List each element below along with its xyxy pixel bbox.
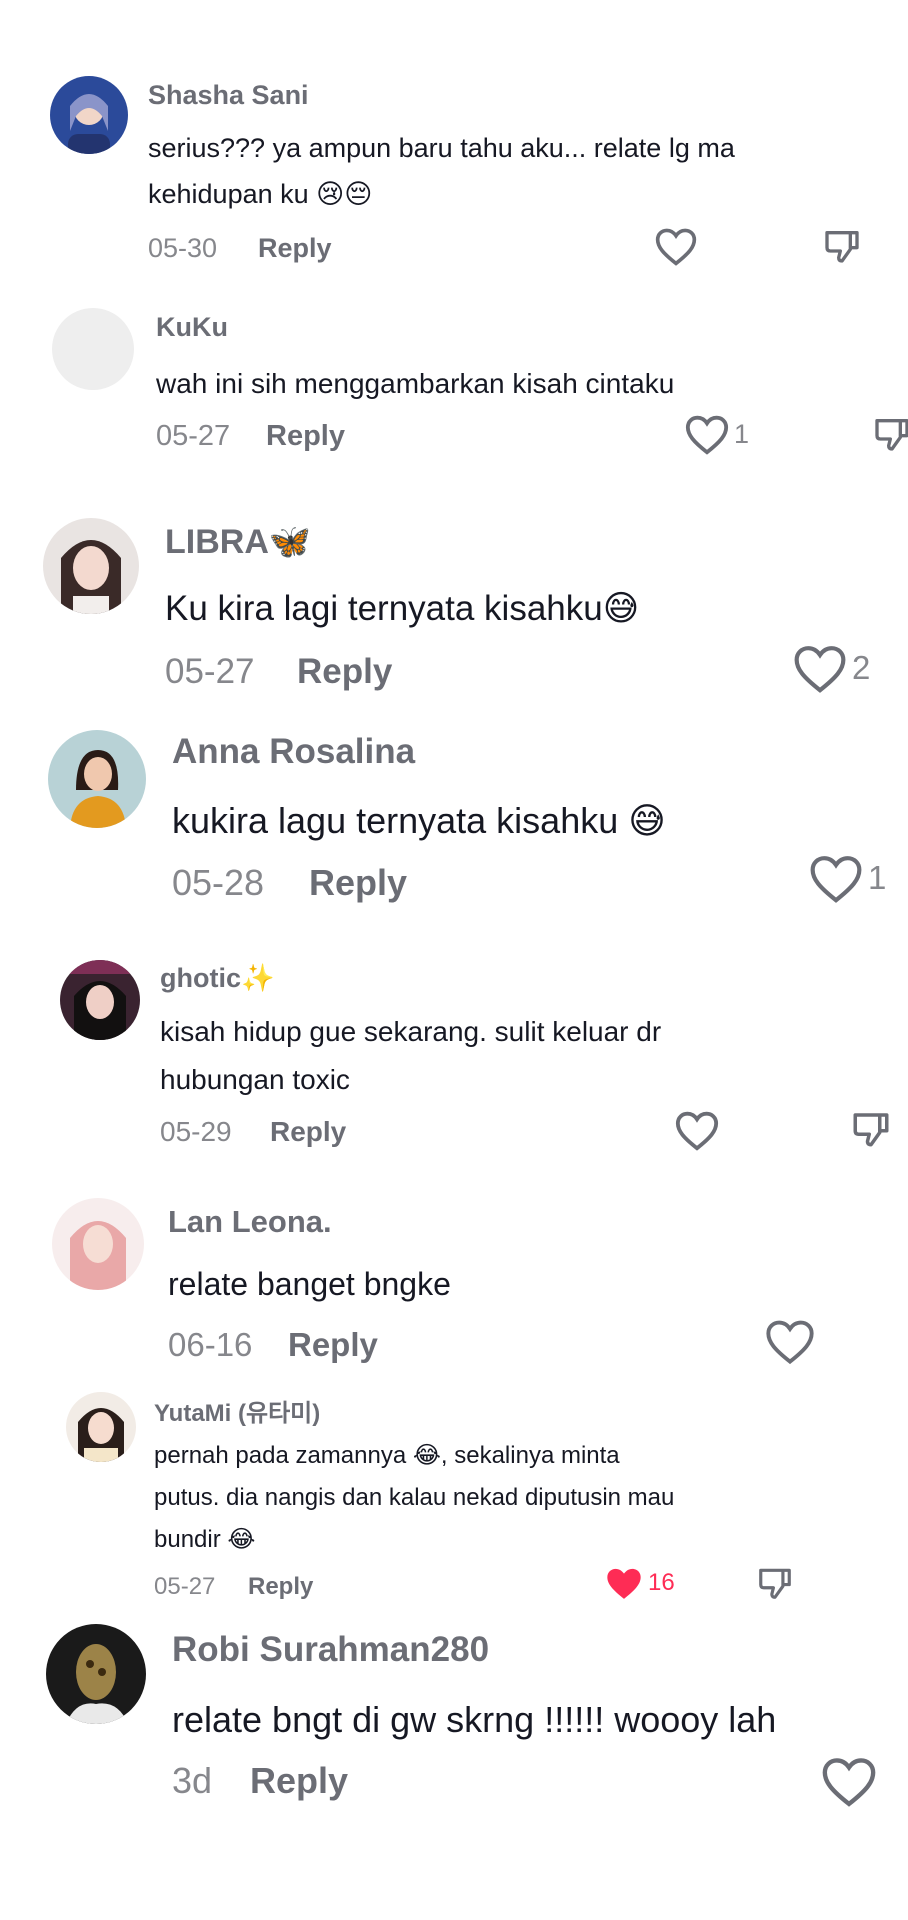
like-count: 1 [868,859,887,896]
avatar-image [52,308,134,390]
avatar[interactable] [52,1198,144,1290]
comment-text-line: kisah hidup gue sekarang. sulit keluar d… [160,1016,662,1047]
comment-text-line: relate bngt di gw skrng !!!!!! woooy lah [172,1699,777,1740]
heart-outline-icon [685,415,729,455]
heart-outline-icon [794,646,846,693]
like-button[interactable] [654,225,698,267]
avatar-image [60,960,140,1040]
dislike-button[interactable] [756,1564,794,1607]
comment-text-line: kukira lagu ternyata kisahku 😅 [172,800,666,841]
comment-text-line: pernah pada zamannya 😂, sekalinya minta [154,1442,620,1469]
like-count: 16 [648,1569,675,1596]
avatar[interactable] [50,76,128,154]
avatar-image [50,76,128,154]
comment-date: 05-28 [172,862,265,903]
thumbs-down-icon [825,231,859,263]
reply-button[interactable]: Reply [288,1326,378,1364]
dislike-button[interactable] [872,414,908,459]
avatar-image [48,730,146,828]
comment-date: 05-27 [165,652,255,691]
comment-username[interactable]: ghotic✨ [160,962,275,994]
reply-button[interactable]: Reply [270,1116,346,1148]
comment-item: Shasha Sani serius??? ya ampun baru tahu… [0,0,908,266]
like-button[interactable] [764,1316,816,1366]
comment-text-line: relate banget bngke [168,1266,451,1302]
heart-filled-icon [607,1568,641,1599]
comment-date: 05-30 [148,233,218,263]
reply-button[interactable]: Reply [266,420,345,453]
comment-date: 06-16 [168,1326,253,1363]
like-button[interactable]: 1 [808,852,886,904]
avatar[interactable] [43,518,139,614]
dislike-button[interactable] [850,1108,892,1155]
avatar[interactable] [52,308,134,390]
comment-text-line: kehidupan ku 😢😔 [148,179,373,209]
comment-text-line: serius??? ya ampun baru tahu aku... rela… [148,133,735,163]
avatar-image [46,1624,146,1724]
like-button[interactable]: 2 [792,642,870,694]
heart-outline-icon [675,1111,719,1151]
comment-text-line: Ku kira lagi ternyata kisahku😅 [165,589,640,628]
thumbs-down-icon [759,1568,791,1599]
comment-date: 05-29 [160,1116,232,1147]
comment-text-line: bundir 😂 [154,1526,256,1553]
like-button[interactable]: 1 [684,412,749,456]
reply-button[interactable]: Reply [258,233,332,264]
comment-text-line: hubungan toxic [160,1064,350,1095]
heart-outline-icon [810,856,862,903]
comment-username[interactable]: Anna Rosalina [172,732,415,772]
avatar-image [52,1198,144,1290]
comment-username[interactable]: LIBRA🦋 [165,522,311,562]
reply-button[interactable]: Reply [309,862,407,904]
comment-date: 05-27 [156,420,231,452]
comment-text-line: wah ini sih menggambarkan kisah cintaku [156,368,675,399]
comment-date: 05-27 [154,1573,216,1600]
avatar[interactable] [48,730,146,828]
like-button[interactable] [674,1108,720,1152]
avatar[interactable] [60,960,140,1040]
reply-button[interactable]: Reply [297,652,392,692]
comment-text-line: putus. dia nangis dan kalau nekad diputu… [154,1484,675,1511]
comment-username[interactable]: YutaMi (유타미) [154,1393,320,1428]
heart-outline-icon [822,1758,876,1807]
heart-outline-icon [766,1320,814,1365]
comment-username[interactable]: Lan Leona. [168,1204,332,1240]
thumbs-down-icon [853,1113,889,1147]
reply-button[interactable]: Reply [250,1760,348,1802]
dislike-button[interactable] [822,226,862,271]
reply-button[interactable]: Reply [248,1573,313,1601]
comment-username[interactable]: Shasha Sani [148,80,309,111]
thumbs-down-icon [875,419,908,451]
like-button[interactable]: 16 [604,1564,675,1602]
like-count: 1 [734,418,750,449]
like-count: 2 [852,649,871,686]
avatar[interactable] [66,1392,136,1462]
avatar-image [66,1392,136,1462]
avatar-image [43,518,139,614]
comment-username[interactable]: Robi Surahman280 [172,1630,489,1670]
avatar[interactable] [46,1624,146,1724]
like-button[interactable] [820,1754,878,1808]
heart-outline-icon [655,228,697,266]
comment-username[interactable]: KuKu [156,312,228,343]
comment-date: 3d [172,1760,213,1801]
